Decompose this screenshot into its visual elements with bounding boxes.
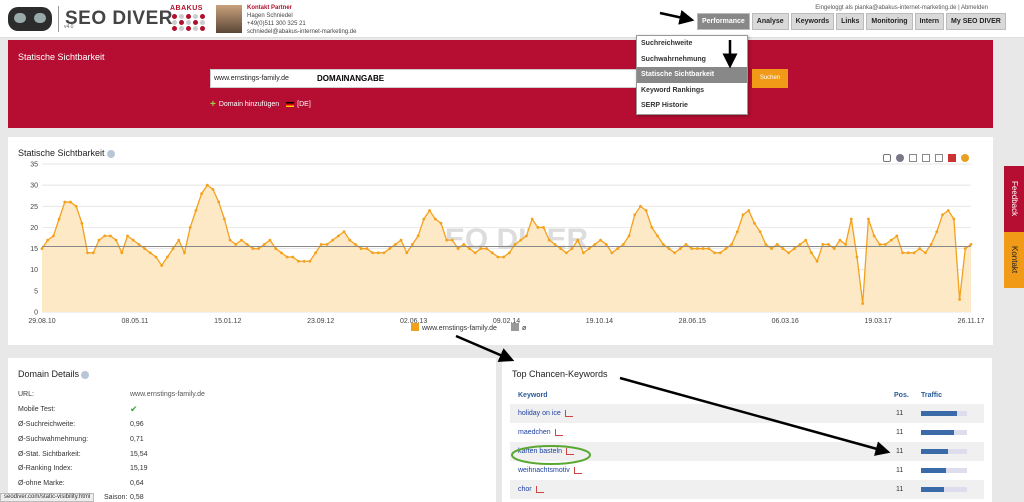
annotation-arrows (455, 10, 891, 456)
